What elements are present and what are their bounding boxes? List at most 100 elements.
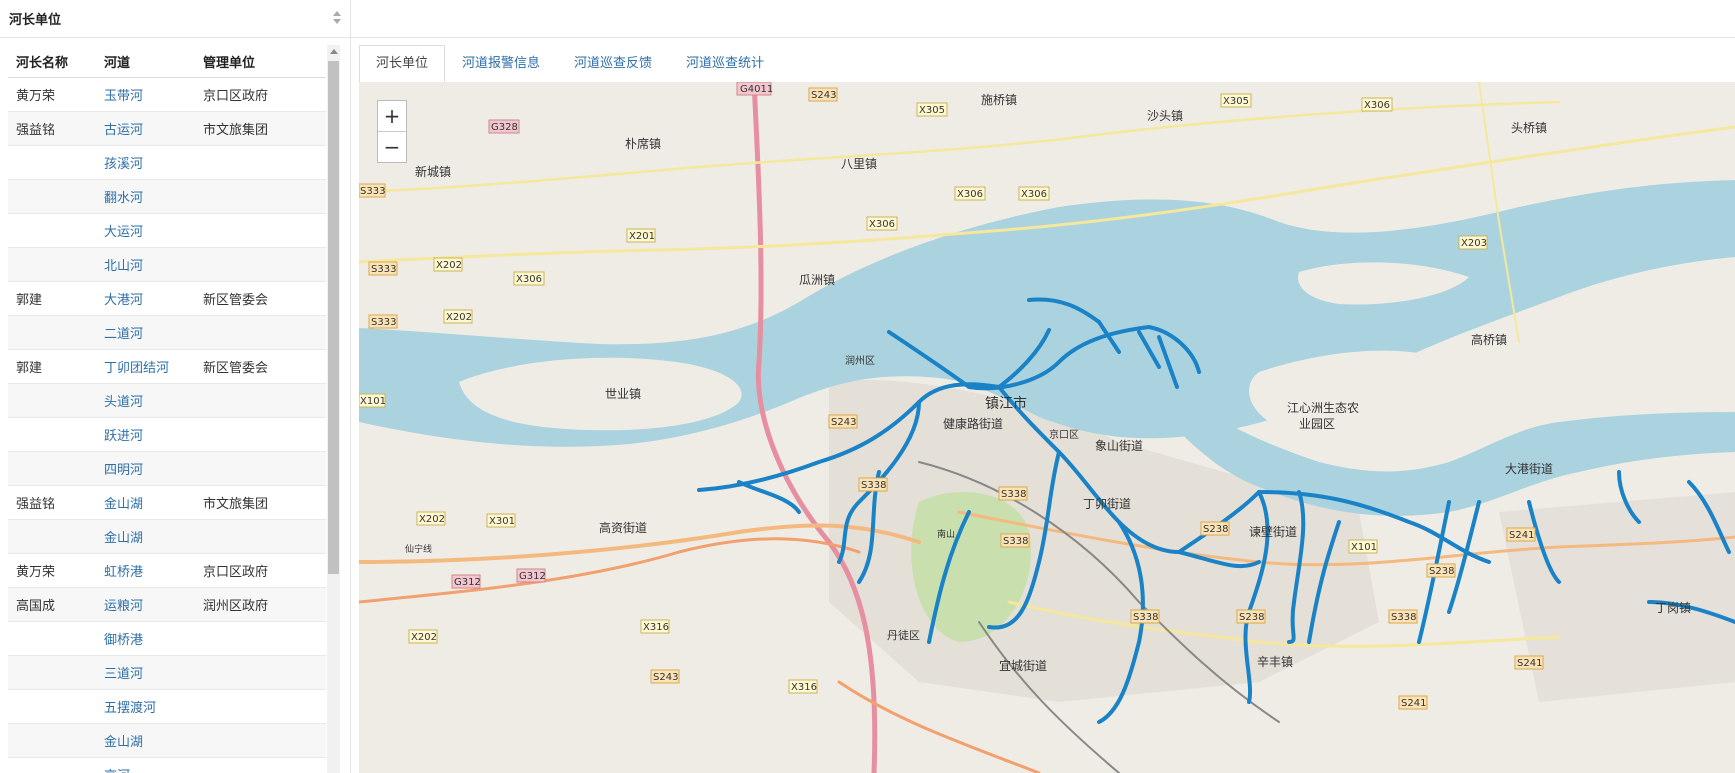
river-link[interactable]: 五摆渡河	[96, 689, 195, 724]
tab-river-chief-unit[interactable]: 河长单位	[359, 45, 446, 82]
river-link[interactable]: 孩溪河	[96, 145, 195, 180]
table-row[interactable]: 御桥港	[8, 621, 326, 656]
svg-text:X305: X305	[919, 105, 945, 116]
svg-text:S241: S241	[1517, 658, 1542, 669]
panel-header: 河长单位	[0, 0, 350, 38]
svg-text:象山街道: 象山街道	[1095, 439, 1143, 453]
table-row[interactable]: 头道河	[8, 383, 326, 418]
svg-text:润州区: 润州区	[845, 354, 875, 367]
zoom-in-button[interactable]: +	[378, 101, 406, 131]
unit-cell	[195, 689, 326, 724]
scrollbar-thumb[interactable]	[328, 61, 339, 574]
chief-cell	[8, 383, 96, 418]
table-row[interactable]: 北山河	[8, 247, 326, 282]
table-row[interactable]: 二道河	[8, 315, 326, 350]
svg-text:X305: X305	[1223, 96, 1249, 107]
svg-text:健康路街道: 健康路街道	[943, 416, 1003, 431]
table-row[interactable]: 四明河	[8, 451, 326, 486]
table-row[interactable]: 大运河	[8, 213, 326, 248]
scroll-up-arrow-icon[interactable]	[330, 49, 338, 54]
table-row[interactable]: 三道河	[8, 655, 326, 690]
river-link[interactable]: 京河	[96, 757, 195, 773]
tab-river-alarm-info[interactable]: 河道报警信息	[445, 45, 557, 82]
svg-text:丹徒区: 丹徒区	[887, 628, 920, 642]
river-link[interactable]: 丁卯团结河	[96, 349, 195, 384]
svg-text:X306: X306	[1021, 189, 1047, 200]
svg-text:S338: S338	[861, 480, 886, 491]
unit-cell	[195, 315, 326, 350]
table-row[interactable]: 高国成 运粮河 润州区政府	[8, 587, 326, 622]
river-link[interactable]: 跃进河	[96, 417, 195, 452]
svg-text:丁岗镇: 丁岗镇	[1655, 601, 1691, 615]
river-link[interactable]: 玉带河	[96, 77, 195, 112]
river-link[interactable]: 金山湖	[96, 723, 195, 758]
column-header-unit[interactable]: 管理单位	[195, 45, 326, 78]
river-link[interactable]: 虹桥港	[96, 553, 195, 588]
svg-text:瓜洲镇: 瓜洲镇	[799, 273, 835, 287]
river-chief-table: 河长名称 河道 管理单位 黄万荣 玉带河 京口区政府 强益铭 古运河 市文旅集团 孩溪河 翻水…	[8, 45, 326, 773]
river-link[interactable]: 三道河	[96, 655, 195, 690]
table-row[interactable]: 强益铭 古运河 市文旅集团	[8, 111, 326, 146]
river-link[interactable]: 大运河	[96, 213, 195, 248]
svg-text:业园区: 业园区	[1299, 417, 1335, 431]
tab-river-patrol-feedback[interactable]: 河道巡查反馈	[557, 45, 669, 82]
river-map[interactable]: G4011 S243 X305 X305 X306 G328 S333 X306…	[359, 82, 1735, 773]
top-bar	[351, 0, 1735, 38]
svg-text:X306: X306	[1364, 100, 1390, 111]
river-link[interactable]: 翻水河	[96, 179, 195, 214]
zoom-out-button[interactable]: −	[378, 131, 406, 162]
svg-text:江心洲生态农: 江心洲生态农	[1287, 401, 1359, 415]
svg-text:X101: X101	[1351, 542, 1377, 553]
unit-cell	[195, 757, 326, 773]
table-row[interactable]: 翻水河	[8, 179, 326, 214]
table-row[interactable]: 郭建 大港河 新区管委会	[8, 281, 326, 316]
svg-text:新城镇: 新城镇	[415, 164, 451, 179]
table-row[interactable]: 金山湖	[8, 723, 326, 758]
svg-text:镇江市: 镇江市	[985, 395, 1027, 412]
river-link[interactable]: 古运河	[96, 111, 195, 146]
river-link[interactable]: 北山河	[96, 247, 195, 282]
table-row[interactable]: 京河	[8, 757, 326, 773]
svg-text:X306: X306	[516, 274, 542, 285]
table-row[interactable]: 黄万荣 虹桥港 京口区政府	[8, 553, 326, 588]
unit-cell: 市文旅集团	[195, 485, 326, 520]
column-header-river[interactable]: 河道	[96, 45, 195, 78]
table-row[interactable]: 孩溪河	[8, 145, 326, 180]
table-row[interactable]: 五摆渡河	[8, 689, 326, 724]
map-canvas[interactable]: G4011 S243 X305 X305 X306 G328 S333 X306…	[359, 82, 1735, 773]
svg-text:S338: S338	[1391, 612, 1416, 623]
table-row[interactable]: 跃进河	[8, 417, 326, 452]
svg-text:S241: S241	[1401, 698, 1426, 709]
table-row[interactable]: 金山湖	[8, 519, 326, 554]
svg-text:辛丰镇: 辛丰镇	[1257, 655, 1293, 669]
tab-bar: 河长单位 河道报警信息 河道巡查反馈 河道巡查统计	[359, 45, 781, 82]
river-link[interactable]: 大港河	[96, 281, 195, 316]
unit-cell	[195, 179, 326, 214]
tab-river-patrol-stats[interactable]: 河道巡查统计	[669, 45, 781, 82]
river-link[interactable]: 二道河	[96, 315, 195, 350]
table-row[interactable]: 强益铭 金山湖 市文旅集团	[8, 485, 326, 520]
river-link[interactable]: 金山湖	[96, 519, 195, 554]
svg-text:朴席镇: 朴席镇	[625, 136, 661, 151]
svg-text:X201: X201	[629, 231, 655, 242]
unit-cell	[195, 213, 326, 248]
river-link[interactable]: 御桥港	[96, 621, 195, 656]
svg-text:G328: G328	[491, 122, 518, 133]
unit-cell: 新区管委会	[195, 281, 326, 316]
unit-cell	[195, 145, 326, 180]
unit-cell: 京口区政府	[195, 77, 326, 112]
svg-text:京口区: 京口区	[1049, 428, 1079, 441]
svg-text:S243: S243	[653, 672, 678, 683]
panel-title: 河长单位	[9, 13, 62, 28]
table-row[interactable]: 黄万荣 玉带河 京口区政府	[8, 77, 326, 112]
chief-cell	[8, 655, 96, 690]
svg-text:X203: X203	[1461, 238, 1487, 249]
table-scrollbar[interactable]	[327, 45, 340, 773]
column-header-chief[interactable]: 河长名称	[8, 45, 96, 78]
river-link[interactable]: 头道河	[96, 383, 195, 418]
sort-icon[interactable]	[332, 11, 342, 25]
table-row[interactable]: 郭建 丁卯团结河 新区管委会	[8, 349, 326, 384]
river-link[interactable]: 运粮河	[96, 587, 195, 622]
river-link[interactable]: 金山湖	[96, 485, 195, 520]
river-link[interactable]: 四明河	[96, 451, 195, 486]
